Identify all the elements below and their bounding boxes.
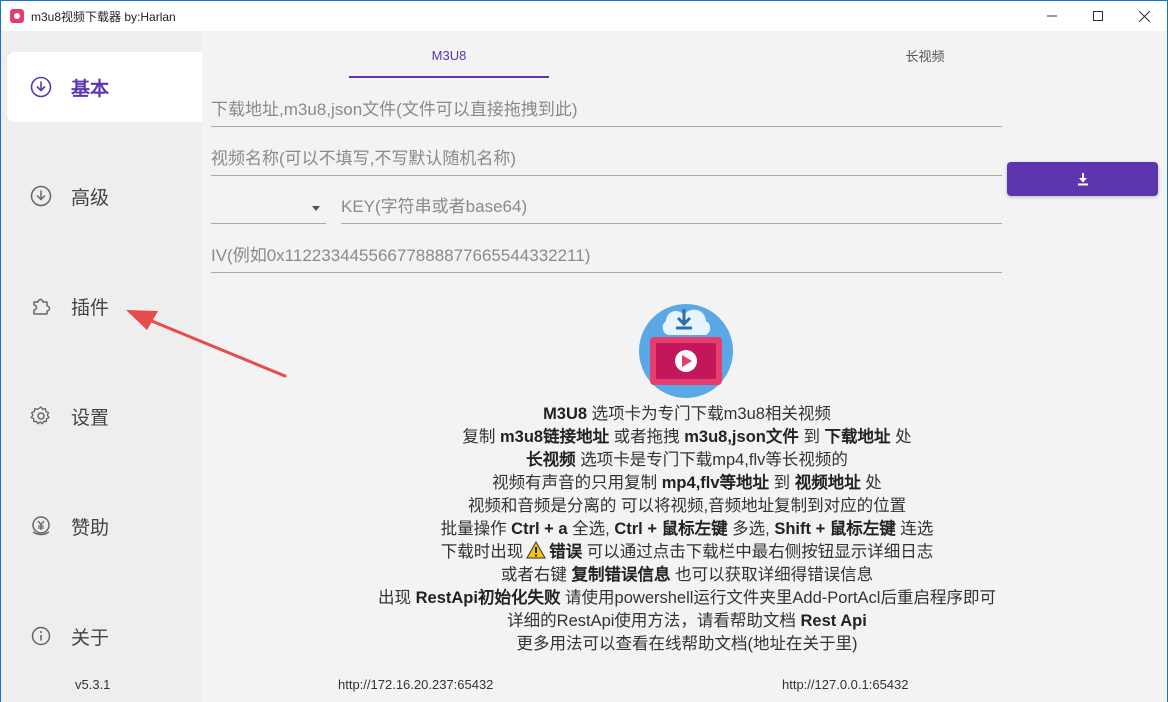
sidebar-item-settings[interactable]: 设置 [7, 381, 202, 451]
help-line: 出现 RestApi初始化失败 请使用powershell运行文件夹里Add-P… [378, 589, 996, 607]
window-controls [1029, 1, 1167, 31]
sidebar-item-sponsor[interactable]: 赞助 [7, 491, 202, 561]
sidebar-item-label: 设置 [71, 407, 110, 429]
url-input[interactable] [211, 99, 1002, 120]
info-icon [29, 624, 53, 648]
help-line: 或者右键 复制错误信息 也可以获取详细得错误信息 [500, 566, 874, 584]
video-download-illustration [639, 304, 733, 398]
puzzle-icon [29, 294, 53, 318]
close-button[interactable] [1121, 1, 1167, 31]
sidebar-item-about[interactable]: 关于 [7, 601, 202, 671]
key-field [341, 190, 1002, 224]
window-title: m3u8视频下载器 by:Harlan [31, 9, 176, 24]
help-text: M3U8 选项卡为专门下载m3u8相关视频 复制 m3u8链接地址 或者拖拽 m… [302, 403, 1072, 656]
chevron-down-icon [312, 206, 320, 211]
help-line: 下载时出现 错误 可以通过点击下载栏中最右侧按钮显示详细日志 [440, 541, 934, 561]
app-icon [10, 9, 24, 23]
sidebar-item-label: 插件 [71, 297, 110, 319]
download-icon [1077, 173, 1088, 186]
title-bar: m3u8视频下载器 by:Harlan [0, 0, 1168, 31]
minimize-icon [1047, 15, 1057, 17]
name-field [211, 142, 1002, 176]
sidebar-item-basic[interactable]: 基本 [7, 52, 202, 122]
help-line: 视频和音频是分离的 可以将视频,音频地址复制到对应的位置 [467, 497, 907, 515]
download-circle-icon [29, 184, 53, 208]
close-icon [1138, 10, 1150, 22]
url-field [211, 93, 1002, 127]
sidebar-item-label: 高级 [71, 187, 110, 209]
iv-input[interactable] [211, 245, 1002, 266]
help-line: 视频有声音的只用复制 mp4,flv等地址 到 视频地址 处 [492, 474, 882, 492]
sidebar-item-advanced[interactable]: 高级 [7, 161, 202, 231]
warning-icon [526, 541, 547, 559]
active-tab-indicator [349, 76, 549, 78]
sidebar: 基本 高级 插件 设置 赞助 关于 v5.3.1 [1, 31, 202, 702]
tab-long-video[interactable]: 长视频 [825, 31, 1025, 79]
main-panel: M3U8 长视频 M3U8 选项卡为专门下载m3u8相关视频 复制 m3u8链接… [202, 31, 1167, 702]
sidebar-item-label: 赞助 [71, 517, 110, 539]
iv-field [211, 239, 1002, 273]
help-line: 长视频 选项卡是专门下载mp4,flv等长视频的 [526, 451, 848, 469]
download-button[interactable] [1007, 162, 1158, 196]
minimize-button[interactable] [1029, 1, 1075, 31]
maximize-icon [1093, 11, 1103, 21]
sidebar-item-label: 关于 [71, 627, 110, 649]
download-circle-icon [29, 75, 53, 99]
sidebar-item-plugins[interactable]: 插件 [7, 271, 202, 341]
tab-m3u8[interactable]: M3U8 [349, 31, 549, 79]
method-select[interactable] [211, 190, 326, 224]
help-line: 复制 m3u8链接地址 或者拖拽 m3u8,json文件 到 下载地址 处 [462, 428, 912, 446]
lan-api-address[interactable]: http://172.16.20.237:65432 [338, 677, 493, 692]
yen-circle-icon [29, 514, 53, 538]
version-label: v5.3.1 [75, 677, 111, 692]
gear-icon [29, 404, 53, 428]
help-line: M3U8 选项卡为专门下载m3u8相关视频 [543, 405, 831, 423]
key-input[interactable] [341, 196, 1002, 217]
local-api-address[interactable]: http://127.0.0.1:65432 [782, 677, 909, 692]
help-line: 详细的RestApi使用方法，请看帮助文档 Rest Api [507, 612, 867, 630]
sidebar-item-label: 基本 [71, 78, 110, 100]
tab-label: M3U8 [431, 47, 467, 63]
help-line: 更多用法可以查看在线帮助文档(地址在关于里) [516, 635, 858, 653]
help-line: 批量操作 Ctrl + a 全选, Ctrl + 鼠标左键 多选, Shift … [440, 520, 934, 538]
maximize-button[interactable] [1075, 1, 1121, 31]
video-name-input[interactable] [211, 148, 1002, 169]
tab-label: 长视频 [905, 48, 945, 64]
